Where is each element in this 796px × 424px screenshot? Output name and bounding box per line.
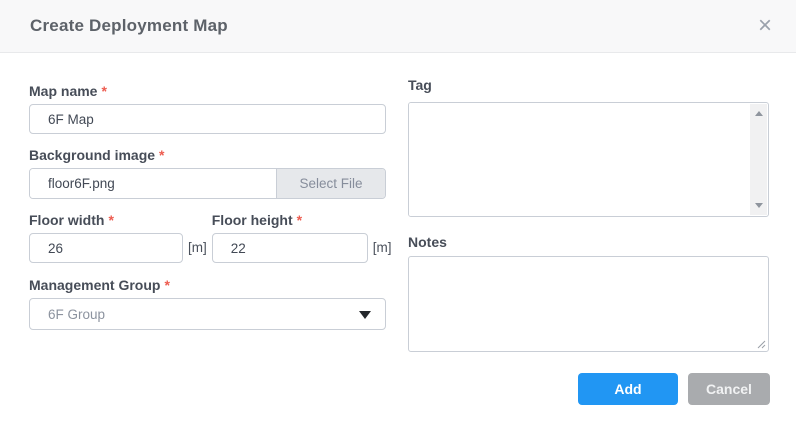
- map-name-field: Map name*: [29, 84, 386, 134]
- create-deployment-map-dialog: Create Deployment Map × Map name* Backgr…: [0, 0, 796, 424]
- close-icon[interactable]: ×: [756, 14, 774, 38]
- background-image-input[interactable]: [30, 169, 277, 198]
- right-column: Tag Notes: [408, 53, 769, 352]
- floor-dimensions-row: Floor width* [m] Floor height* [m]: [29, 213, 386, 263]
- notes-field: Notes: [408, 235, 769, 352]
- scroll-down-icon[interactable]: [755, 203, 763, 208]
- management-group-selected-value: 6F Group: [48, 307, 105, 322]
- floor-height-input[interactable]: [212, 233, 368, 263]
- map-name-label: Map name*: [29, 84, 386, 98]
- tag-label: Tag: [408, 78, 769, 92]
- floor-height-label-text: Floor height: [212, 212, 293, 228]
- background-image-label: Background image*: [29, 148, 386, 162]
- map-name-input[interactable]: [29, 104, 386, 134]
- notes-label: Notes: [408, 235, 769, 249]
- management-group-label: Management Group*: [29, 278, 386, 292]
- tag-box: [408, 102, 769, 217]
- management-group-field: Management Group* 6F Group: [29, 278, 386, 330]
- floor-width-label-text: Floor width: [29, 212, 104, 228]
- dialog-body: Map name* Background image* Select File …: [0, 53, 796, 352]
- background-image-group: Select File: [29, 168, 386, 199]
- dialog-footer: Add Cancel: [578, 373, 770, 405]
- tag-field: Tag: [408, 78, 769, 217]
- cancel-button[interactable]: Cancel: [688, 373, 770, 405]
- select-file-button[interactable]: Select File: [277, 169, 385, 198]
- required-marker: *: [159, 147, 164, 163]
- notes-box: [408, 256, 769, 352]
- required-marker: *: [108, 212, 113, 228]
- add-button[interactable]: Add: [578, 373, 678, 405]
- management-group-label-text: Management Group: [29, 277, 160, 293]
- left-column: Map name* Background image* Select File …: [29, 53, 386, 352]
- background-image-field: Background image* Select File: [29, 148, 386, 199]
- floor-height-label: Floor height*: [212, 213, 368, 227]
- dialog-header: Create Deployment Map ×: [0, 0, 796, 53]
- dialog-title: Create Deployment Map: [30, 16, 228, 36]
- floor-height-field: Floor height*: [212, 213, 368, 263]
- required-marker: *: [297, 212, 302, 228]
- floor-width-label: Floor width*: [29, 213, 183, 227]
- floor-width-unit: [m]: [188, 233, 207, 263]
- background-image-label-text: Background image: [29, 147, 155, 163]
- floor-height-unit: [m]: [373, 233, 392, 263]
- required-marker: *: [164, 277, 169, 293]
- map-name-label-text: Map name: [29, 83, 97, 99]
- scroll-up-icon[interactable]: [755, 111, 763, 116]
- required-marker: *: [101, 83, 106, 99]
- tag-input[interactable]: [409, 103, 750, 216]
- floor-width-input[interactable]: [29, 233, 183, 263]
- chevron-down-icon: [359, 311, 371, 319]
- notes-input[interactable]: [408, 256, 769, 352]
- management-group-select[interactable]: 6F Group: [29, 298, 386, 330]
- floor-width-field: Floor width*: [29, 213, 183, 263]
- tag-scrollbar[interactable]: [750, 104, 767, 215]
